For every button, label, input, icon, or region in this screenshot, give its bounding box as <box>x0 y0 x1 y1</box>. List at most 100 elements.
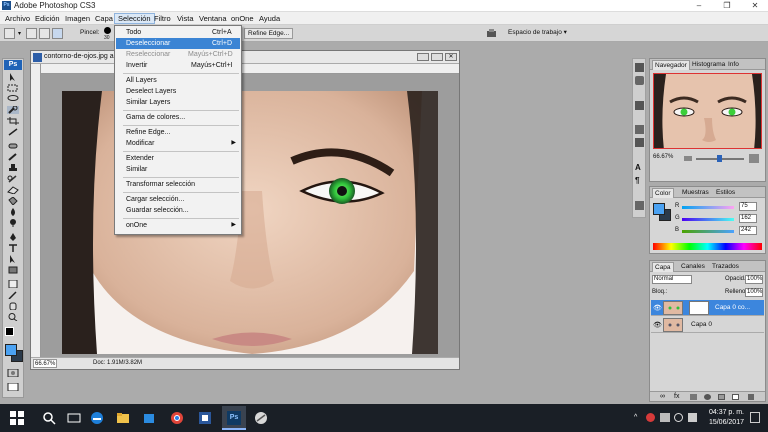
color-foreground-swatch[interactable] <box>653 203 665 215</box>
zoom-out-icon[interactable] <box>684 156 692 161</box>
menu-item-all-layers[interactable]: All Layers <box>116 75 240 86</box>
lasso-tool-icon[interactable] <box>7 95 19 103</box>
character-panel-icon[interactable]: A <box>635 163 644 172</box>
notes-tool-icon[interactable] <box>7 280 19 288</box>
layer-row[interactable]: 👁 Capa 0 co... <box>651 300 764 316</box>
new-layer-icon[interactable] <box>732 394 739 400</box>
menu-item-onone[interactable]: onOne ▶ <box>116 220 240 231</box>
zoom-field[interactable]: 66.67% <box>33 359 57 368</box>
zoom-tool-icon[interactable] <box>7 313 19 321</box>
clock-time[interactable]: 04:37 p. m. <box>700 409 744 416</box>
type-tool-icon[interactable] <box>7 244 19 252</box>
menu-item-guardar-seleccion[interactable]: Guardar selección... <box>116 205 240 216</box>
workspace-button[interactable]: Espacio de trabajo ▾ <box>505 28 570 39</box>
quick-selection-tool-icon[interactable] <box>7 106 19 114</box>
tray-app-icon[interactable] <box>646 413 655 422</box>
layer-style-icon[interactable]: fx <box>674 393 679 400</box>
menu-item-gama-de-colores[interactable]: Gama de colores... <box>116 112 240 123</box>
clone-stamp-tool-icon[interactable] <box>7 164 19 172</box>
brush-tool-icon[interactable] <box>7 153 19 161</box>
link-layers-icon[interactable]: ∞ <box>660 393 665 400</box>
blur-tool-icon[interactable] <box>7 208 19 216</box>
menu-item-similar[interactable]: Similar <box>116 164 240 175</box>
menu-imagen[interactable]: Imagen <box>62 13 93 24</box>
tab-info[interactable]: Info <box>726 60 741 70</box>
color-spectrum-bar[interactable] <box>653 243 762 250</box>
pen-tool-icon[interactable] <box>7 233 19 241</box>
subtract-selection-icon[interactable] <box>52 28 63 39</box>
tab-canales[interactable]: Canales <box>679 262 707 272</box>
tool-presets-icon[interactable] <box>635 101 644 110</box>
move-tool-icon[interactable] <box>7 73 19 81</box>
brush-preview-icon[interactable] <box>104 27 111 34</box>
menu-item-transformar-seleccion[interactable]: Transformar selección <box>116 179 240 190</box>
file-explorer-icon[interactable] <box>116 411 130 425</box>
r-slider[interactable] <box>682 206 734 209</box>
menu-vista[interactable]: Vista <box>174 13 197 24</box>
marquee-tool-icon[interactable] <box>7 84 19 92</box>
bridge-icon[interactable] <box>486 28 497 39</box>
dropdown-arrow-icon[interactable]: ▾ <box>18 30 21 37</box>
menu-archivo[interactable]: Archivo <box>2 13 33 24</box>
navigator-thumbnail[interactable] <box>653 73 762 149</box>
menu-onone[interactable]: onOne <box>228 13 257 24</box>
menu-item-extender[interactable]: Extender <box>116 153 240 164</box>
notifications-icon[interactable] <box>750 412 760 423</box>
menu-item-deseleccionar[interactable]: Deseleccionar Ctrl+D <box>116 38 240 49</box>
canvas-area[interactable] <box>31 64 459 357</box>
tab-navegador[interactable]: Navegador <box>652 60 690 70</box>
shape-tool-icon[interactable] <box>7 266 19 274</box>
windows-start-icon[interactable] <box>10 411 24 425</box>
r-value[interactable]: 75 <box>739 202 757 211</box>
menu-seleccion[interactable]: Selección <box>114 13 155 24</box>
fill-value[interactable]: 100% <box>745 288 763 297</box>
clock-date[interactable]: 15/06/2017 <box>700 419 744 426</box>
actions-panel-icon[interactable] <box>635 76 644 85</box>
add-to-selection-icon[interactable] <box>39 28 50 39</box>
menu-item-modificar[interactable]: Modificar ▶ <box>116 138 240 149</box>
foreground-color-swatch[interactable] <box>5 344 17 356</box>
menu-ventana[interactable]: Ventana <box>196 13 230 24</box>
g-slider[interactable] <box>682 218 734 221</box>
b-slider[interactable] <box>682 230 734 233</box>
path-selection-tool-icon[interactable] <box>7 255 19 263</box>
quick-mask-icon[interactable] <box>7 369 19 377</box>
tab-estilos[interactable]: Estilos <box>714 188 737 198</box>
g-value[interactable]: 162 <box>739 214 757 223</box>
new-selection-icon[interactable] <box>26 28 37 39</box>
minimize-button[interactable]: – <box>686 0 712 12</box>
history-brush-tool-icon[interactable] <box>7 175 19 183</box>
adjustment-layer-icon[interactable] <box>704 394 711 400</box>
doc-size-info[interactable]: Doc: 1.91M/3.82M <box>93 360 142 366</box>
edge-browser-icon[interactable] <box>90 411 104 425</box>
tab-trazados[interactable]: Trazados <box>710 262 741 272</box>
brushes-panel-icon[interactable] <box>635 125 644 134</box>
menu-filtro[interactable]: Filtro <box>151 13 174 24</box>
zoom-in-icon[interactable] <box>749 154 759 163</box>
tab-muestras[interactable]: Muestras <box>680 188 711 198</box>
pinned-app-icon[interactable] <box>254 411 268 425</box>
tab-capa[interactable]: Capa <box>652 262 674 272</box>
healing-brush-tool-icon[interactable] <box>7 142 19 150</box>
close-button[interactable]: ✕ <box>742 0 768 12</box>
history-panel-icon[interactable] <box>635 63 644 72</box>
menu-item-cargar-seleccion[interactable]: Cargar selección... <box>116 194 240 205</box>
layer-comps-icon[interactable] <box>635 201 644 210</box>
doc-minimize-button[interactable] <box>417 53 429 61</box>
battery-icon[interactable] <box>660 413 670 422</box>
b-value[interactable]: 242 <box>739 226 757 235</box>
document-title-bar[interactable]: contorno-de-ojos.jpg al ✕ <box>31 51 459 64</box>
menu-edicion[interactable]: Edición <box>32 13 63 24</box>
clone-source-icon[interactable] <box>635 138 644 147</box>
tab-color[interactable]: Color <box>652 188 674 198</box>
store-icon[interactable] <box>142 411 156 425</box>
photoshop-taskbar-button[interactable]: Ps <box>222 406 246 430</box>
paint-bucket-tool-icon[interactable] <box>7 197 19 205</box>
default-colors-icon[interactable] <box>5 327 14 336</box>
screen-mode-icon[interactable] <box>7 383 19 391</box>
word-icon[interactable] <box>198 411 212 425</box>
doc-close-button[interactable]: ✕ <box>445 53 457 61</box>
menu-item-invertir[interactable]: Invertir Mayús+Ctrl+I <box>116 60 240 71</box>
menu-capa[interactable]: Capa <box>92 13 116 24</box>
new-group-icon[interactable] <box>718 394 725 400</box>
